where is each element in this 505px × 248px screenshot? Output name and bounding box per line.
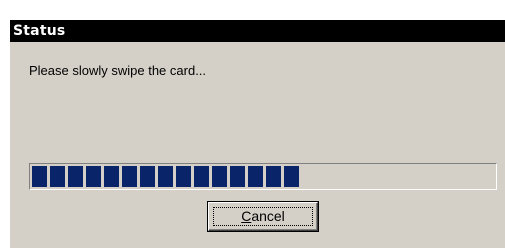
progress-block bbox=[212, 166, 227, 187]
cancel-button[interactable]: Cancel bbox=[208, 202, 318, 231]
cancel-label-rest: ancel bbox=[251, 208, 285, 224]
progress-block bbox=[230, 166, 245, 187]
progress-block bbox=[50, 166, 65, 187]
progress-block bbox=[86, 166, 101, 187]
progress-block bbox=[158, 166, 173, 187]
progress-block bbox=[104, 166, 119, 187]
progress-block bbox=[122, 166, 137, 187]
cancel-button-label: Cancel bbox=[209, 208, 317, 224]
progress-block bbox=[140, 166, 155, 187]
status-dialog: Status Please slowly swipe the card... C… bbox=[0, 0, 505, 248]
progress-block bbox=[266, 166, 281, 187]
background-strip-top bbox=[0, 0, 505, 20]
progress-block bbox=[194, 166, 209, 187]
progress-block bbox=[176, 166, 191, 187]
progress-block bbox=[248, 166, 263, 187]
progress-block bbox=[284, 166, 299, 187]
progress-block bbox=[68, 166, 83, 187]
progress-block bbox=[32, 166, 47, 187]
cancel-accelerator: C bbox=[241, 208, 252, 224]
progress-bar bbox=[29, 163, 497, 190]
window-title: Status bbox=[13, 23, 66, 39]
status-message: Please slowly swipe the card... bbox=[29, 63, 207, 78]
background-strip-left bbox=[0, 0, 10, 248]
title-bar[interactable]: Status bbox=[10, 20, 505, 42]
